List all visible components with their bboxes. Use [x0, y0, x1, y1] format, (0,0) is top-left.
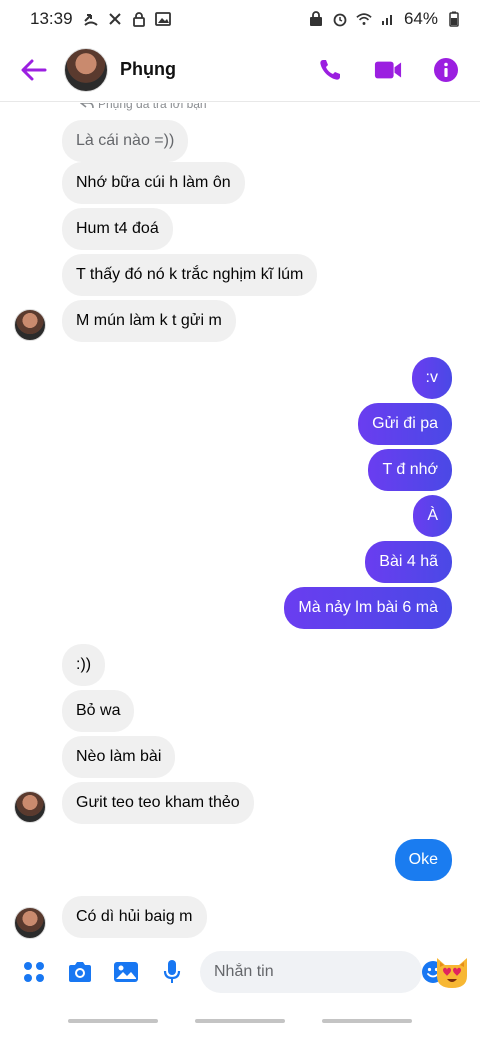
- info-icon: [434, 57, 458, 82]
- message-bubble-incoming[interactable]: Nhớ bữa cúi h làm ôn: [62, 162, 245, 204]
- chat-header: Phụng: [0, 38, 480, 102]
- nav-recents-handle[interactable]: [68, 1019, 159, 1023]
- phone-icon: [320, 59, 340, 80]
- message-bubble-incoming[interactable]: Gưit teo teo kham thẻo: [62, 782, 254, 824]
- voice-message-button[interactable]: [158, 958, 186, 986]
- message-bubble-incoming[interactable]: T thấy đó nó k trắc nghịm kĩ lúm: [62, 254, 318, 296]
- back-button[interactable]: [14, 50, 54, 90]
- reply-hint: Phụng đã trả lời bạn: [80, 103, 207, 111]
- voice-call-button[interactable]: [316, 56, 344, 84]
- battery-icon: [446, 11, 462, 27]
- message-bubble-incoming[interactable]: Nèo làm bài: [62, 736, 176, 778]
- signal-icon: [380, 11, 396, 27]
- message-bubble-outgoing[interactable]: Oke: [394, 839, 452, 881]
- nav-home-handle[interactable]: [194, 1019, 285, 1023]
- message-bubble-outgoing[interactable]: Mà nảy lm bài 6 mà: [284, 587, 452, 629]
- message-input[interactable]: [214, 963, 421, 981]
- message-bubble-outgoing[interactable]: À: [413, 495, 452, 537]
- reply-arrow-icon: [80, 103, 94, 109]
- battery-percentage: 64%: [403, 9, 438, 28]
- missed-call-icon: [83, 11, 99, 27]
- heart-eyes-cat-icon: [437, 958, 467, 988]
- message-bubble-incoming[interactable]: Bỏ wa: [62, 690, 135, 732]
- message-bubble-outgoing[interactable]: :v: [411, 357, 452, 399]
- wifi-icon: [356, 11, 372, 27]
- sender-avatar[interactable]: [14, 907, 46, 939]
- sender-avatar[interactable]: [14, 791, 46, 823]
- system-nav-bar: [0, 1002, 480, 1040]
- message-bubble-incoming[interactable]: M mún làm k t gửi m: [62, 300, 236, 342]
- quick-reaction-button[interactable]: [432, 952, 472, 992]
- message-bubble-incoming[interactable]: Là cái nào =)): [62, 120, 189, 162]
- message-bubble-outgoing[interactable]: T đ nhớ: [368, 449, 452, 491]
- message-bubble-incoming[interactable]: Có dì hủi baig m: [62, 896, 207, 938]
- more-actions-button[interactable]: [20, 958, 48, 986]
- message-bubble-outgoing[interactable]: Gửi đi pa: [358, 403, 452, 445]
- composer-bar: [0, 942, 480, 1002]
- gallery-icon: [154, 11, 171, 27]
- video-camera-icon: [374, 61, 402, 78]
- camera-button[interactable]: [66, 958, 94, 986]
- message-input-wrapper[interactable]: [200, 951, 444, 993]
- message-bubble-incoming[interactable]: :)): [62, 644, 106, 686]
- status-time: 13:39: [30, 9, 73, 28]
- contact-avatar[interactable]: [64, 47, 108, 92]
- message-list[interactable]: Phụng đã trả lời bạn Là cái nào =)) Nhớ …: [0, 103, 480, 941]
- missed-call-icon-2: [107, 11, 123, 27]
- microphone-icon: [163, 960, 181, 983]
- nav-back-handle[interactable]: [321, 1019, 412, 1023]
- back-arrow-icon: [21, 59, 47, 80]
- info-button[interactable]: [432, 56, 460, 84]
- four-dots-icon: [24, 962, 44, 982]
- image-icon: [114, 962, 138, 982]
- lock-icon: [131, 11, 147, 27]
- sender-avatar[interactable]: [14, 309, 46, 341]
- camera-icon: [69, 962, 91, 982]
- status-bar: 13:39 64%: [0, 0, 480, 38]
- contact-name[interactable]: Phụng: [120, 59, 176, 80]
- alarm-icon: [332, 11, 348, 27]
- gallery-button[interactable]: [112, 958, 140, 986]
- lock-screen-icon: [308, 11, 324, 27]
- video-call-button[interactable]: [374, 56, 402, 84]
- message-bubble-incoming[interactable]: Hum t4 đoá: [62, 208, 173, 250]
- message-bubble-outgoing[interactable]: Bài 4 hã: [365, 541, 452, 583]
